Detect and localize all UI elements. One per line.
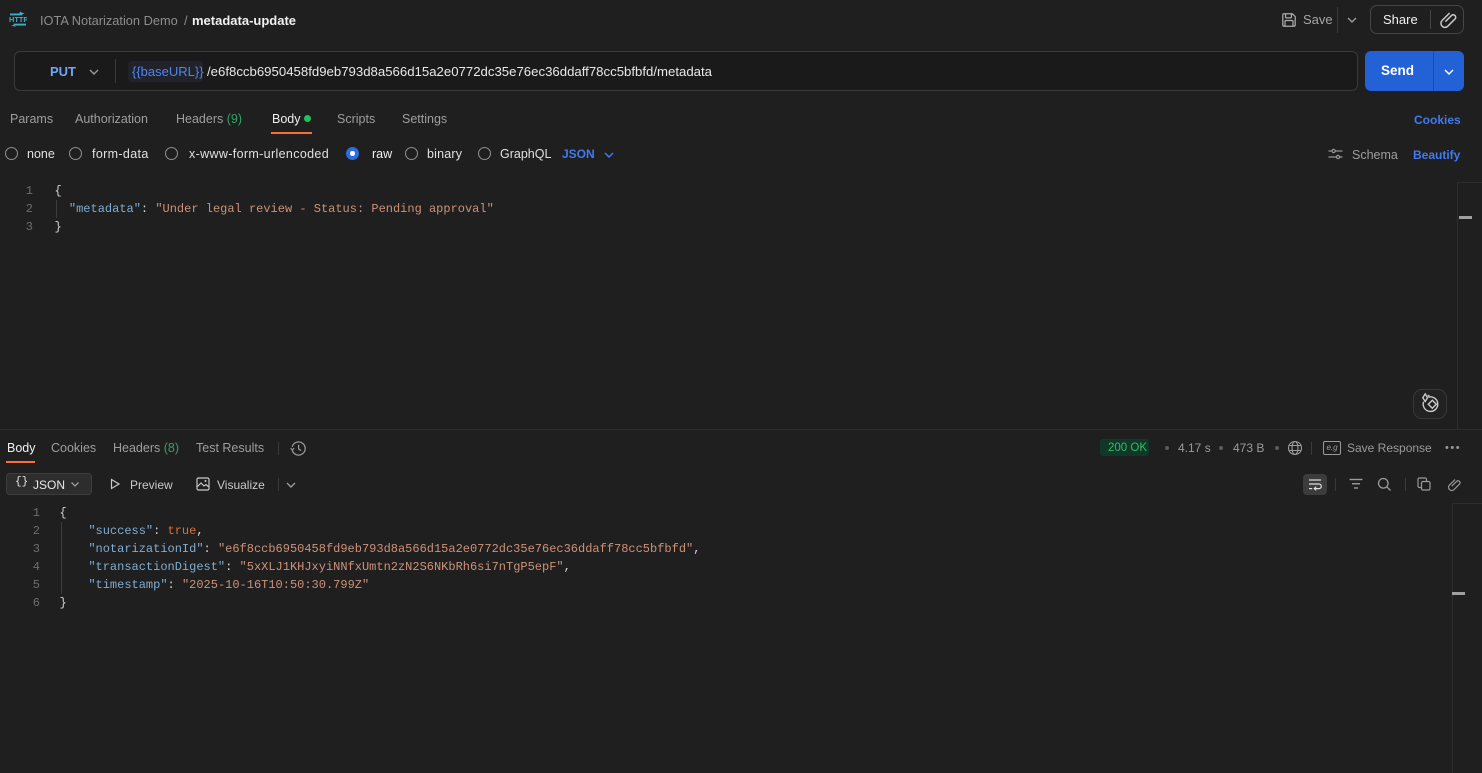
svg-text:HTTP: HTTP xyxy=(9,15,27,24)
